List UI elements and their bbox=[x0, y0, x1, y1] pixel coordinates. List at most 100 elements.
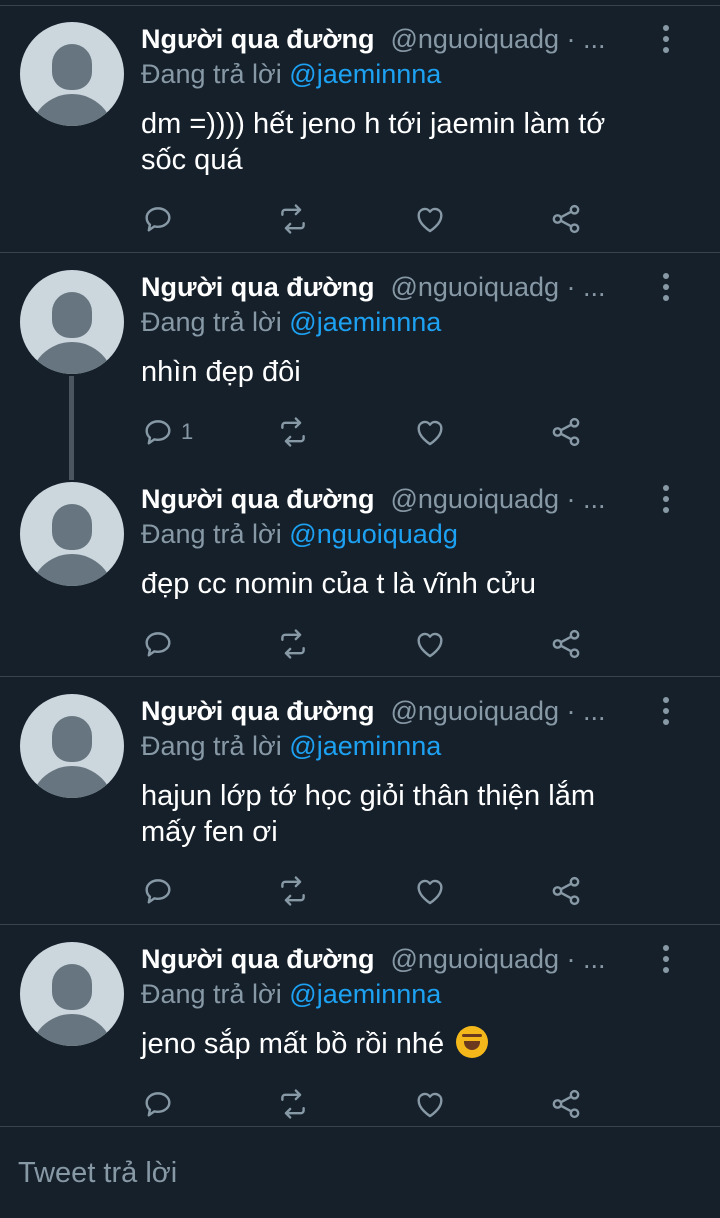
mention-link[interactable]: @jaeminnna bbox=[289, 979, 441, 1009]
like-icon bbox=[417, 632, 443, 658]
like-icon bbox=[417, 879, 443, 905]
tweet-header: Người qua đường @nguoiquadg · ... bbox=[141, 270, 606, 304]
tweet-text-line: mấy fen ơi bbox=[141, 816, 278, 848]
like-button[interactable] bbox=[413, 1086, 447, 1122]
retweet-button[interactable] bbox=[276, 626, 310, 662]
share-icon bbox=[552, 876, 580, 906]
like-button[interactable] bbox=[413, 201, 447, 237]
reply-button[interactable] bbox=[141, 873, 181, 909]
like-button[interactable] bbox=[413, 626, 447, 662]
replying-prefix: Đang trả lời bbox=[141, 59, 282, 89]
avatar[interactable] bbox=[20, 270, 124, 374]
avatar[interactable] bbox=[20, 22, 124, 126]
more-icon[interactable] bbox=[656, 942, 676, 976]
tweet-text: nhìn đẹp đôi bbox=[141, 354, 681, 390]
share-button[interactable] bbox=[549, 1086, 583, 1122]
share-icon bbox=[552, 629, 580, 659]
tweet-header: Người qua đường @nguoiquadg · ... bbox=[141, 694, 606, 728]
reply-icon bbox=[145, 420, 171, 445]
tweet-text-line: sốc quá bbox=[141, 144, 243, 176]
reply-button[interactable] bbox=[141, 201, 181, 237]
reply-button[interactable]: 1 bbox=[141, 414, 193, 450]
reply-count: 1 bbox=[181, 419, 194, 444]
tweet-text: hajun lớp tớ học giỏi thân thiện lắm mấy… bbox=[141, 778, 681, 850]
retweet-button[interactable] bbox=[276, 201, 310, 237]
tweet-text-line: đẹp cc nomin của t là vĩnh cửu bbox=[141, 568, 537, 600]
replying-to: Đang trả lời @jaeminnna bbox=[141, 979, 441, 1010]
tweet-divider bbox=[0, 924, 720, 925]
replying-prefix: Đang trả lời bbox=[141, 307, 282, 337]
retweet-icon bbox=[281, 1089, 305, 1119]
like-icon bbox=[417, 420, 443, 446]
tweet-header: Người qua đường @nguoiquadg · ... bbox=[141, 942, 606, 976]
reply-icon bbox=[145, 1092, 171, 1117]
share-button[interactable] bbox=[549, 626, 583, 662]
share-icon bbox=[552, 417, 580, 447]
username-handle: @nguoiquadg · ... bbox=[390, 943, 606, 974]
more-icon[interactable] bbox=[656, 22, 676, 56]
share-icon bbox=[552, 204, 580, 234]
reply-composer[interactable]: Tweet trả lời bbox=[0, 1126, 720, 1218]
like-icon bbox=[417, 1092, 443, 1118]
retweet-button[interactable] bbox=[276, 873, 310, 909]
mention-link[interactable]: @jaeminnna bbox=[289, 307, 441, 337]
laughing-emoji-icon bbox=[456, 1026, 489, 1058]
tweet-text-line: hajun lớp tớ học giỏi thân thiện lắm bbox=[141, 780, 595, 812]
retweet-button[interactable] bbox=[276, 414, 310, 450]
retweet-icon bbox=[281, 417, 305, 447]
like-icon bbox=[417, 207, 443, 233]
share-button[interactable] bbox=[549, 873, 583, 909]
reply-icon bbox=[145, 207, 171, 232]
mention-link[interactable]: @jaeminnna bbox=[289, 59, 441, 89]
mention-link[interactable]: @nguoiquadg bbox=[289, 519, 458, 549]
more-icon[interactable] bbox=[656, 482, 676, 516]
more-icon[interactable] bbox=[656, 270, 676, 304]
retweet-icon bbox=[281, 629, 305, 659]
tweet-text-line: jeno sắp mất bồ rồi nhé bbox=[141, 1026, 681, 1062]
reply-icon bbox=[145, 879, 171, 904]
top-divider bbox=[0, 0, 720, 6]
display-name[interactable]: Người qua đường bbox=[141, 944, 374, 975]
tweet-divider bbox=[0, 676, 720, 677]
tweet-text-content: jeno sắp mất bồ rồi nhé bbox=[141, 1028, 445, 1060]
avatar[interactable] bbox=[20, 482, 124, 586]
avatar[interactable] bbox=[20, 942, 124, 1046]
tweet-text-line: dm =)))) hết jeno h tới jaemin làm tớ bbox=[141, 108, 606, 140]
like-button[interactable] bbox=[413, 873, 447, 909]
avatar[interactable] bbox=[20, 694, 124, 798]
thread-connector bbox=[69, 376, 74, 480]
tweet-text-line: nhìn đẹp đôi bbox=[141, 356, 301, 388]
display-name[interactable]: Người qua đường bbox=[141, 272, 374, 303]
tweet-header: Người qua đường @nguoiquadg · ... bbox=[141, 482, 606, 516]
replying-to: Đang trả lời @jaeminnna bbox=[141, 731, 441, 762]
mention-link[interactable]: @jaeminnna bbox=[289, 731, 441, 761]
display-name[interactable]: Người qua đường bbox=[141, 696, 374, 727]
retweet-icon bbox=[281, 204, 305, 234]
username-handle: @nguoiquadg · ... bbox=[390, 483, 606, 514]
like-button[interactable] bbox=[413, 414, 447, 450]
username-handle: @nguoiquadg · ... bbox=[390, 271, 606, 302]
share-icon bbox=[552, 1089, 580, 1119]
tweet-text: dm =)))) hết jeno h tới jaemin làm tớ số… bbox=[141, 106, 681, 178]
share-button[interactable] bbox=[549, 414, 583, 450]
more-icon[interactable] bbox=[656, 694, 676, 728]
replying-to: Đang trả lời @jaeminnna bbox=[141, 307, 441, 338]
replying-to: Đang trả lời @jaeminnna bbox=[141, 59, 441, 90]
reply-button[interactable] bbox=[141, 626, 181, 662]
reply-button[interactable] bbox=[141, 1086, 181, 1122]
replying-prefix: Đang trả lời bbox=[141, 731, 282, 761]
share-button[interactable] bbox=[549, 201, 583, 237]
display-name[interactable]: Người qua đường bbox=[141, 24, 374, 55]
tweet-divider bbox=[0, 252, 720, 253]
retweet-icon bbox=[281, 876, 305, 906]
username-handle: @nguoiquadg · ... bbox=[390, 23, 606, 54]
replying-prefix: Đang trả lời bbox=[141, 979, 282, 1009]
reply-icon bbox=[145, 632, 171, 657]
retweet-button[interactable] bbox=[276, 1086, 310, 1122]
username-handle: @nguoiquadg · ... bbox=[390, 695, 606, 726]
display-name[interactable]: Người qua đường bbox=[141, 484, 374, 515]
reply-input-placeholder[interactable]: Tweet trả lời bbox=[18, 1157, 177, 1190]
tweet-text: jeno sắp mất bồ rồi nhé bbox=[141, 1026, 681, 1062]
tweet-text: đẹp cc nomin của t là vĩnh cửu bbox=[141, 566, 681, 602]
replying-to: Đang trả lời @nguoiquadg bbox=[141, 519, 458, 550]
